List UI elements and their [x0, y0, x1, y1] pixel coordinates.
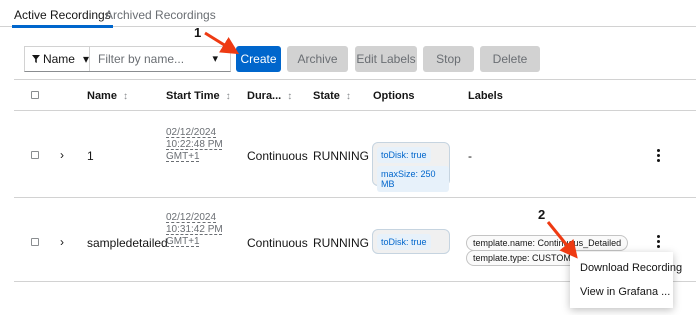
annotation-arrow-1 [204, 31, 240, 55]
annotation-arrow-2 [546, 221, 578, 259]
annotation-arrows [204, 31, 578, 259]
